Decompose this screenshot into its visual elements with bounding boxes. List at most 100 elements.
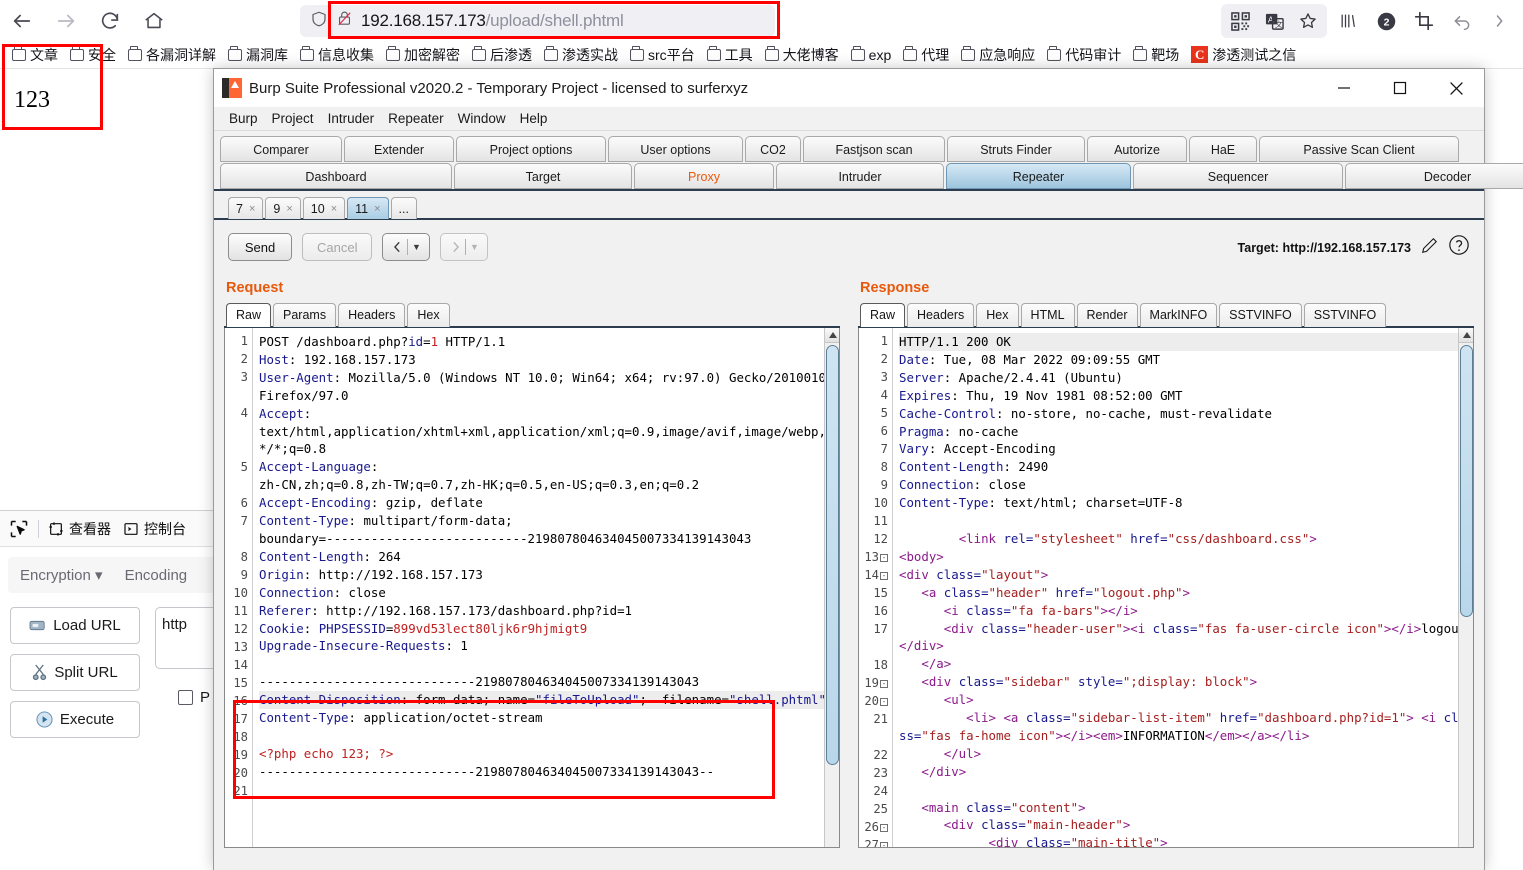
response-tab-headers[interactable]: Headers xyxy=(907,303,975,327)
menu-intruder[interactable]: Intruder xyxy=(321,109,382,128)
forward-arrow-icon[interactable] xyxy=(44,4,88,38)
maximize-button[interactable] xyxy=(1372,69,1428,107)
request-tab-hex[interactable]: Hex xyxy=(407,303,450,327)
bookmark-item[interactable]: exp xyxy=(845,45,898,65)
bookmark-item[interactable]: 加密解密 xyxy=(380,43,466,67)
tab-autorize[interactable]: Autorize xyxy=(1087,136,1187,162)
bookmark-item[interactable]: 后渗透 xyxy=(466,43,538,67)
response-tab-sstvinfo-2[interactable]: SSTVINFO xyxy=(1303,303,1387,327)
bookmark-item[interactable]: 靶场 xyxy=(1127,43,1185,67)
reader-icon[interactable] xyxy=(1331,4,1365,38)
request-raw-text[interactable]: POST /dashboard.php?id=1 HTTP/1.1 Host: 1… xyxy=(253,328,839,847)
bookmark-item[interactable]: C 渗透测试之信 xyxy=(1185,43,1302,67)
overflow-menu-icon[interactable] xyxy=(1483,4,1517,38)
send-button[interactable]: Send xyxy=(228,233,292,261)
tab-dashboard[interactable]: Dashboard xyxy=(220,163,452,189)
response-scrollbar[interactable] xyxy=(1458,328,1473,847)
reload-icon[interactable] xyxy=(88,4,132,38)
tab-extender[interactable]: Extender xyxy=(344,136,454,162)
fold-toggle-icon[interactable]: - xyxy=(880,680,888,688)
container-badge-icon[interactable]: 2 xyxy=(1369,4,1403,38)
element-picker-icon[interactable] xyxy=(6,516,32,542)
close-button[interactable] xyxy=(1428,69,1484,107)
request-tab-headers[interactable]: Headers xyxy=(338,303,406,327)
response-tab-html[interactable]: HTML xyxy=(1020,303,1075,327)
tab-passive-scan-client[interactable]: Passive Scan Client xyxy=(1259,136,1459,162)
close-icon[interactable]: × xyxy=(374,199,380,219)
tab-fastjson-scan[interactable]: Fastjson scan xyxy=(803,136,945,162)
repeater-tab-7[interactable]: 7 × xyxy=(228,197,264,219)
scroll-up-arrow-icon[interactable] xyxy=(1459,328,1473,343)
minimize-button[interactable] xyxy=(1316,69,1372,107)
tab-sequencer[interactable]: Sequencer xyxy=(1133,163,1343,189)
menu-window[interactable]: Window xyxy=(451,109,513,128)
back-arrow-icon[interactable] xyxy=(0,4,44,38)
shield-icon[interactable] xyxy=(310,10,328,33)
bookmark-item[interactable]: src平台 xyxy=(624,43,701,67)
lock-crossed-icon[interactable] xyxy=(336,10,353,32)
bookmark-item[interactable]: 大佬博客 xyxy=(759,43,845,67)
split-url-button[interactable]: Split URL xyxy=(10,654,140,691)
repeater-tab-10[interactable]: 10 × xyxy=(302,197,346,219)
hackbar-encryption-dropdown[interactable]: Encryption ▾ xyxy=(20,566,103,584)
undo-icon[interactable] xyxy=(1445,4,1479,38)
hackbar-post-checkbox-row[interactable]: P xyxy=(178,689,210,706)
tab-hae[interactable]: HaE xyxy=(1189,136,1257,162)
bookmark-star-icon[interactable] xyxy=(1291,4,1325,38)
question-circle-icon[interactable] xyxy=(1448,234,1470,261)
bookmark-item[interactable]: 漏洞库 xyxy=(222,43,294,67)
repeater-tab-11[interactable]: 11 × xyxy=(347,197,389,219)
fold-toggle-icon[interactable]: - xyxy=(880,554,888,562)
tab-target[interactable]: Target xyxy=(454,163,632,189)
response-tab-markinfo[interactable]: MarkINFO xyxy=(1139,303,1218,327)
fold-toggle-icon[interactable]: - xyxy=(880,842,888,847)
bookmark-item[interactable]: 应急响应 xyxy=(955,43,1041,67)
qrcode-icon[interactable] xyxy=(1223,4,1257,38)
request-tab-raw[interactable]: Raw xyxy=(226,303,272,327)
repeater-tab-new[interactable]: ... xyxy=(390,197,417,219)
bookmark-item[interactable]: 各漏洞详解 xyxy=(122,43,222,67)
close-icon[interactable]: × xyxy=(331,199,337,219)
load-url-button[interactable]: Load URL xyxy=(10,607,140,644)
request-editor[interactable]: 1 2 3 4 5 6 7 8 9 10 11 12 13 14 15 16 17 18 19 20 21 POST /… xyxy=(224,328,840,848)
cancel-button[interactable]: Cancel xyxy=(302,233,373,261)
response-editor[interactable]: 1 2 3 4 5 6 7 8 9 10 11 12 13-14-15 16 17 18 19-20-21 22 2… xyxy=(858,328,1474,848)
menu-help[interactable]: Help xyxy=(513,109,555,128)
tab-co2[interactable]: CO2 xyxy=(745,136,801,162)
post-checkbox[interactable] xyxy=(178,690,193,705)
devtools-tab-inspector[interactable]: 查看器 xyxy=(45,515,114,543)
tab-comparer[interactable]: Comparer xyxy=(220,136,342,162)
menu-project[interactable]: Project xyxy=(265,109,321,128)
screenshot-crop-icon[interactable] xyxy=(1407,4,1441,38)
devtools-tab-console[interactable]: 控制台 xyxy=(120,515,189,543)
bookmark-item[interactable]: 文章 xyxy=(6,43,64,67)
repeater-tab-9[interactable]: 9 × xyxy=(265,197,301,219)
tab-project-options[interactable]: Project options xyxy=(456,136,606,162)
close-icon[interactable]: × xyxy=(286,199,292,219)
tab-decoder[interactable]: Decoder xyxy=(1345,163,1523,189)
menu-burp[interactable]: Burp xyxy=(222,109,265,128)
fold-toggle-icon[interactable]: - xyxy=(880,698,888,706)
tab-user-options[interactable]: User options xyxy=(608,136,743,162)
request-tab-params[interactable]: Params xyxy=(273,303,337,327)
request-scroll-thumb[interactable] xyxy=(826,345,839,765)
history-forward-button[interactable]: ▼ xyxy=(440,233,489,261)
tab-repeater[interactable]: Repeater xyxy=(946,163,1131,189)
response-tab-sstvinfo-1[interactable]: SSTVINFO xyxy=(1219,303,1302,327)
bookmark-item[interactable]: 代理 xyxy=(897,43,955,67)
tab-intruder[interactable]: Intruder xyxy=(776,163,944,189)
execute-button[interactable]: Execute xyxy=(10,701,140,738)
bookmark-item[interactable]: 信息收集 xyxy=(294,43,380,67)
fold-toggle-icon[interactable]: - xyxy=(880,824,888,832)
request-scrollbar[interactable] xyxy=(824,328,839,847)
response-tab-raw[interactable]: Raw xyxy=(860,303,906,327)
hackbar-encoding-dropdown[interactable]: Encoding xyxy=(125,567,188,584)
response-tab-hex[interactable]: Hex xyxy=(976,303,1019,327)
fold-toggle-icon[interactable]: - xyxy=(880,572,888,580)
response-scroll-thumb[interactable] xyxy=(1460,345,1473,617)
bookmark-item[interactable]: 代码审计 xyxy=(1041,43,1127,67)
tab-proxy[interactable]: Proxy xyxy=(634,163,774,189)
tab-struts-finder[interactable]: Struts Finder xyxy=(947,136,1085,162)
bookmark-item[interactable]: 安全 xyxy=(64,43,122,67)
bookmark-item[interactable]: 渗透实战 xyxy=(538,43,624,67)
